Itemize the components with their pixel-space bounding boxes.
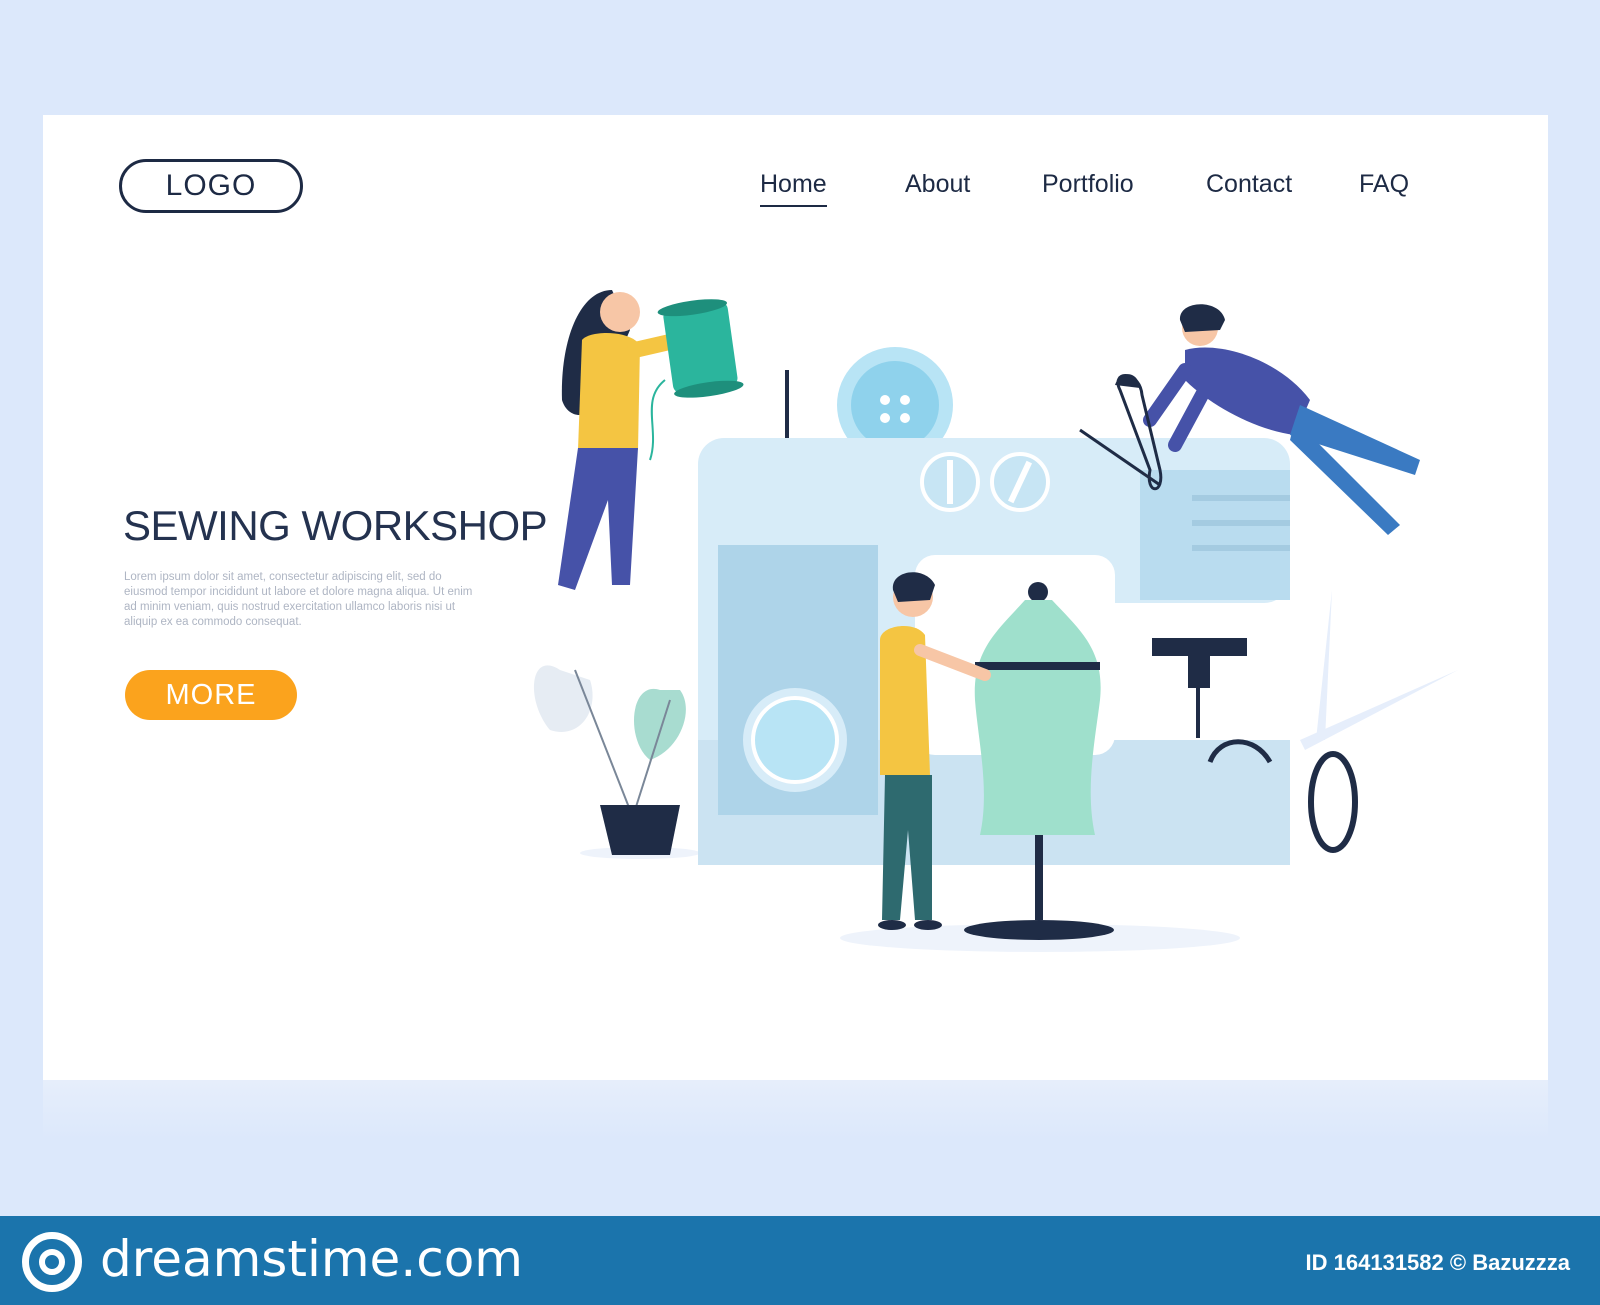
nav-faq-link[interactable]: FAQ xyxy=(1359,170,1409,205)
dreamstime-logo-icon xyxy=(22,1232,82,1292)
watermark-id: ID 164131582 © Bazuzzza xyxy=(1305,1250,1570,1275)
watermark-brand: dreamstime.com xyxy=(100,1230,523,1288)
sewing-workshop-illustration xyxy=(533,290,1458,952)
nav-portfolio-link[interactable]: Portfolio xyxy=(1042,170,1134,205)
nav-home-link[interactable]: Home xyxy=(760,170,827,207)
hero-description: Lorem ipsum dolor sit amet, consectetur … xyxy=(124,571,473,628)
page-reflection xyxy=(43,1080,1548,1140)
scissors-icon xyxy=(1300,590,1458,853)
nav-about-link[interactable]: About xyxy=(905,170,970,205)
nav-contact-link[interactable]: Contact xyxy=(1206,170,1292,205)
hero-title: SEWING WORKSHOP xyxy=(123,502,548,549)
plant-icon xyxy=(533,665,686,855)
watermark-bar: dreamstime.com ID 164131582 © Bazuzzza xyxy=(0,1216,1600,1305)
top-navigation: Home About Portfolio Contact FAQ xyxy=(0,170,1600,210)
more-button[interactable]: MORE xyxy=(125,670,297,720)
